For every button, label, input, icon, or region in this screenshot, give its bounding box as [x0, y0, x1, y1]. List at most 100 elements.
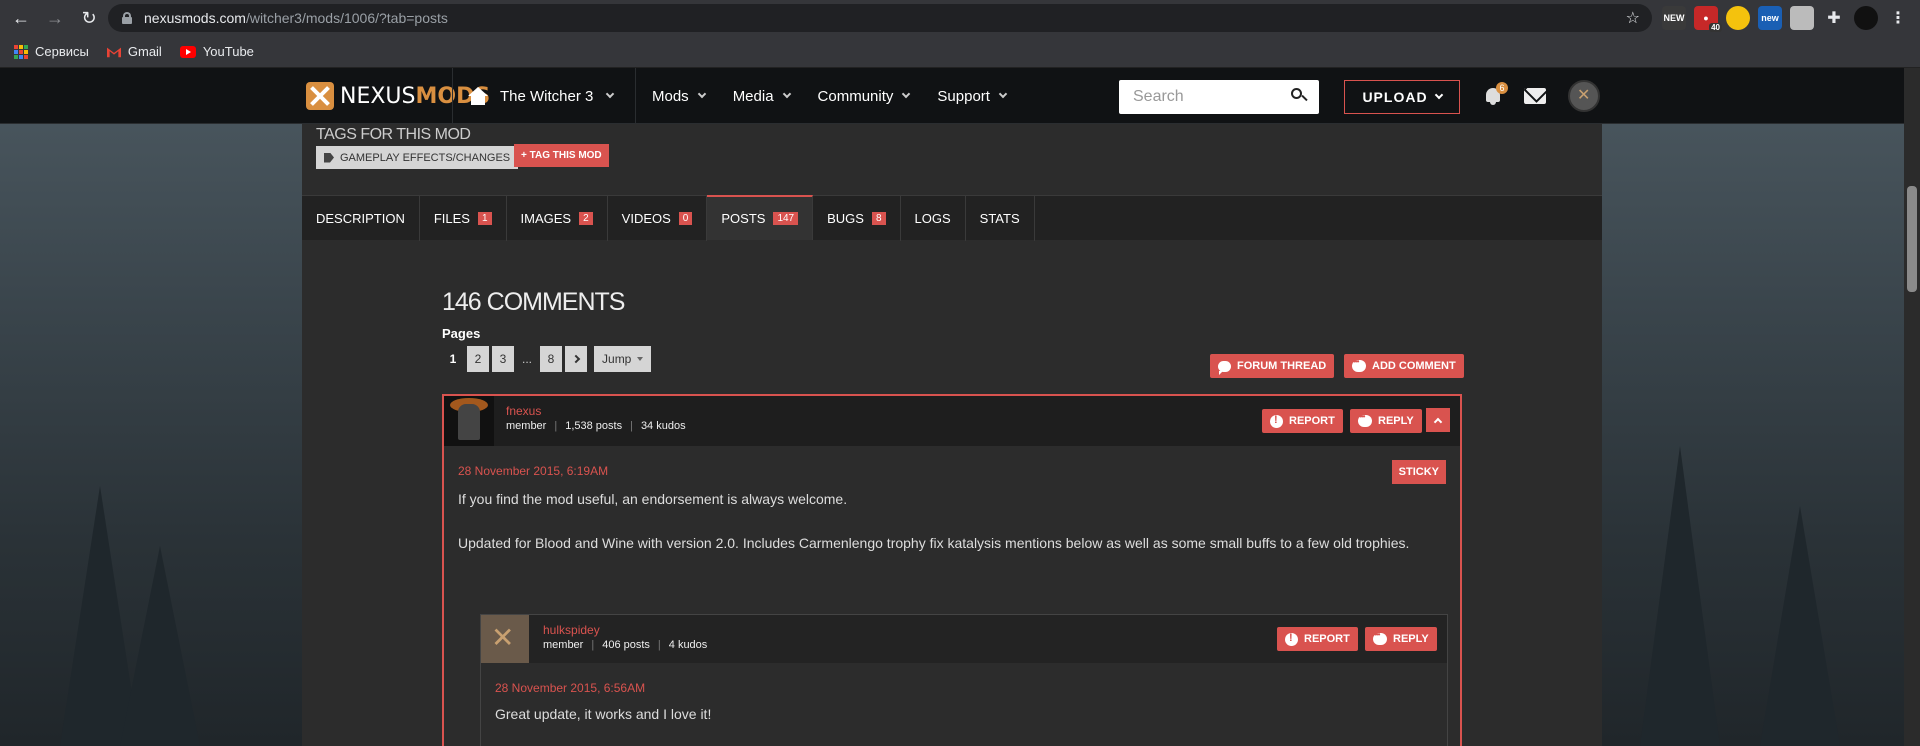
tab-posts[interactable]: POSTS 147 [707, 195, 814, 240]
page-8[interactable]: 8 [540, 346, 563, 372]
game-selector[interactable]: The Witcher 3 [468, 68, 615, 124]
address-bar[interactable]: nexusmods.com/witcher3/mods/1006/?tab=po… [108, 4, 1652, 32]
apps-grid-icon [14, 44, 28, 59]
tab-count: 0 [678, 212, 693, 225]
bookmark-gmail[interactable]: Gmail [106, 44, 162, 59]
forward-arrow-icon[interactable]: → [42, 5, 68, 31]
chevron-down-icon [1434, 90, 1443, 100]
tab-bugs[interactable]: BUGS 8 [813, 196, 901, 241]
avatar[interactable] [444, 396, 494, 446]
site-search [1119, 80, 1319, 114]
nav-media[interactable]: Media [733, 88, 791, 105]
search-icon[interactable] [1291, 88, 1307, 104]
main-nav: Mods Media Community Support [652, 68, 1034, 124]
nav-community[interactable]: Community [818, 88, 911, 105]
new-extension-icon[interactable]: NEW [1662, 6, 1686, 30]
reply-button[interactable]: REPLY [1365, 627, 1437, 651]
header-divider [452, 68, 453, 124]
background-tree [1640, 446, 1720, 746]
tab-files[interactable]: FILES 1 [420, 196, 507, 241]
reply-card: ✕ hulkspidey member | 406 posts | 4 kudos … [480, 614, 1448, 746]
url-host: nexusmods.com [144, 10, 246, 26]
collapse-button[interactable] [1426, 408, 1450, 432]
chevron-down-icon [606, 89, 615, 99]
sticky-badge: STICKY [1391, 460, 1446, 484]
comment-icon [1352, 357, 1366, 372]
tab-count: 147 [773, 212, 799, 225]
bookmarks-bar: Сервисы Gmail YouTube [0, 36, 1920, 68]
yellow-extension-icon[interactable] [1726, 6, 1750, 30]
back-arrow-icon[interactable]: ← [8, 5, 34, 31]
page-viewport: NEXUSMODS The Witcher 3 Mods Media Commu… [0, 68, 1920, 746]
reply-header: ✕ hulkspidey member | 406 posts | 4 kudos … [481, 615, 1447, 663]
add-comment-button[interactable]: ADD COMMENT [1344, 354, 1464, 378]
jump-select[interactable]: Jump [594, 346, 652, 372]
chevron-down-icon [782, 89, 791, 99]
tab-logs[interactable]: LOGS [901, 196, 966, 241]
comment-card: fnexus member| 1,538 posts| 34 kudos REP… [442, 394, 1462, 746]
page-1[interactable]: 1 [442, 346, 464, 372]
photo-extension-icon[interactable] [1790, 6, 1814, 30]
new-blue-extension-icon[interactable]: new [1758, 6, 1782, 30]
nav-mods[interactable]: Mods [652, 88, 706, 105]
bookmark-youtube[interactable]: YouTube [179, 44, 254, 59]
forum-thread-button[interactable]: FORUM THREAD [1210, 354, 1335, 378]
reply-button[interactable]: REPLY [1350, 409, 1422, 433]
browser-toolbar: ← → ↻ nexusmods.com/witcher3/mods/1006/?… [0, 0, 1920, 36]
reply-body: Great update, it works and I love it! [495, 706, 712, 722]
page-ellipsis: ... [522, 352, 533, 366]
upload-button[interactable]: UPLOAD [1344, 80, 1460, 114]
profile-avatar-icon[interactable] [1854, 6, 1878, 30]
tab-videos[interactable]: VIDEOS 0 [608, 196, 708, 241]
page-scrollbar[interactable] [1904, 68, 1920, 746]
reply-author[interactable]: hulkspidey [543, 623, 600, 637]
reload-icon[interactable]: ↻ [76, 5, 102, 31]
page-2[interactable]: 2 [467, 346, 489, 372]
browser-menu-icon[interactable]: ⋮ [1886, 6, 1910, 30]
bookmark-services[interactable]: Сервисы [14, 44, 89, 59]
chat-bubble-icon [1218, 360, 1231, 375]
bookmark-star-icon[interactable]: ☆ [1626, 8, 1640, 28]
next-page-button[interactable] [565, 346, 588, 372]
tab-stats[interactable]: STATS [966, 196, 1035, 241]
report-button[interactable]: REPORT [1262, 409, 1343, 433]
lock-icon [122, 12, 132, 24]
chevron-down-icon [902, 89, 911, 99]
search-input[interactable] [1133, 88, 1283, 106]
url-path: /witcher3/mods/1006/?tab=posts [245, 10, 448, 26]
report-button[interactable]: REPORT [1277, 627, 1358, 651]
tab-images[interactable]: IMAGES 2 [507, 196, 608, 241]
reply-date: 28 November 2015, 6:56AM [495, 681, 646, 695]
notification-badge: 6 [1496, 82, 1508, 94]
user-avatar[interactable] [1568, 80, 1600, 112]
comment-author[interactable]: fnexus [506, 404, 541, 418]
author-meta: member | 1,538 posts | 34 kudos [506, 420, 686, 432]
avatar[interactable]: ✕ [481, 615, 529, 663]
tab-description[interactable]: DESCRIPTION [302, 196, 420, 241]
comment-body: If you find the mod useful, an endorseme… [458, 491, 1410, 551]
chevron-down-icon [998, 89, 1008, 99]
tag-this-mod-button[interactable]: + TAG THIS MOD [514, 144, 609, 167]
comment-icon [1358, 412, 1372, 427]
tag-chip[interactable]: GAMEPLAY EFFECTS/CHANGES [316, 146, 519, 169]
mod-content: TAGS FOR THIS MOD GAMEPLAY EFFECTS/CHANG… [302, 124, 1602, 746]
tab-count: 1 [477, 212, 492, 225]
comment-icon [1373, 630, 1387, 645]
puzzle-extensions-icon[interactable]: ✚ [1822, 6, 1846, 30]
mod-tabs: DESCRIPTION FILES 1 IMAGES 2 VIDEOS 0 POSTS… [302, 195, 1602, 241]
comments-title: 146 COMMENTS [442, 288, 625, 316]
nexusmods-logo[interactable]: NEXUSMODS [306, 82, 490, 110]
nav-support[interactable]: Support [937, 88, 1008, 105]
mail-icon[interactable] [1524, 88, 1546, 104]
tab-count: 2 [579, 212, 593, 225]
pagination: 1 2 3 ... 8 Jump [442, 346, 652, 372]
gmail-icon [106, 47, 121, 57]
author-meta: member | 406 posts | 4 kudos [543, 639, 708, 651]
scrollbar-thumb[interactable] [1907, 186, 1917, 292]
adblock-extension-icon[interactable]: ● 40 [1694, 6, 1722, 32]
background-tree [1760, 506, 1840, 746]
chevron-down-icon [697, 89, 706, 99]
background-tree [120, 546, 200, 746]
chevron-up-icon [1433, 417, 1443, 426]
page-3[interactable]: 3 [492, 346, 514, 372]
